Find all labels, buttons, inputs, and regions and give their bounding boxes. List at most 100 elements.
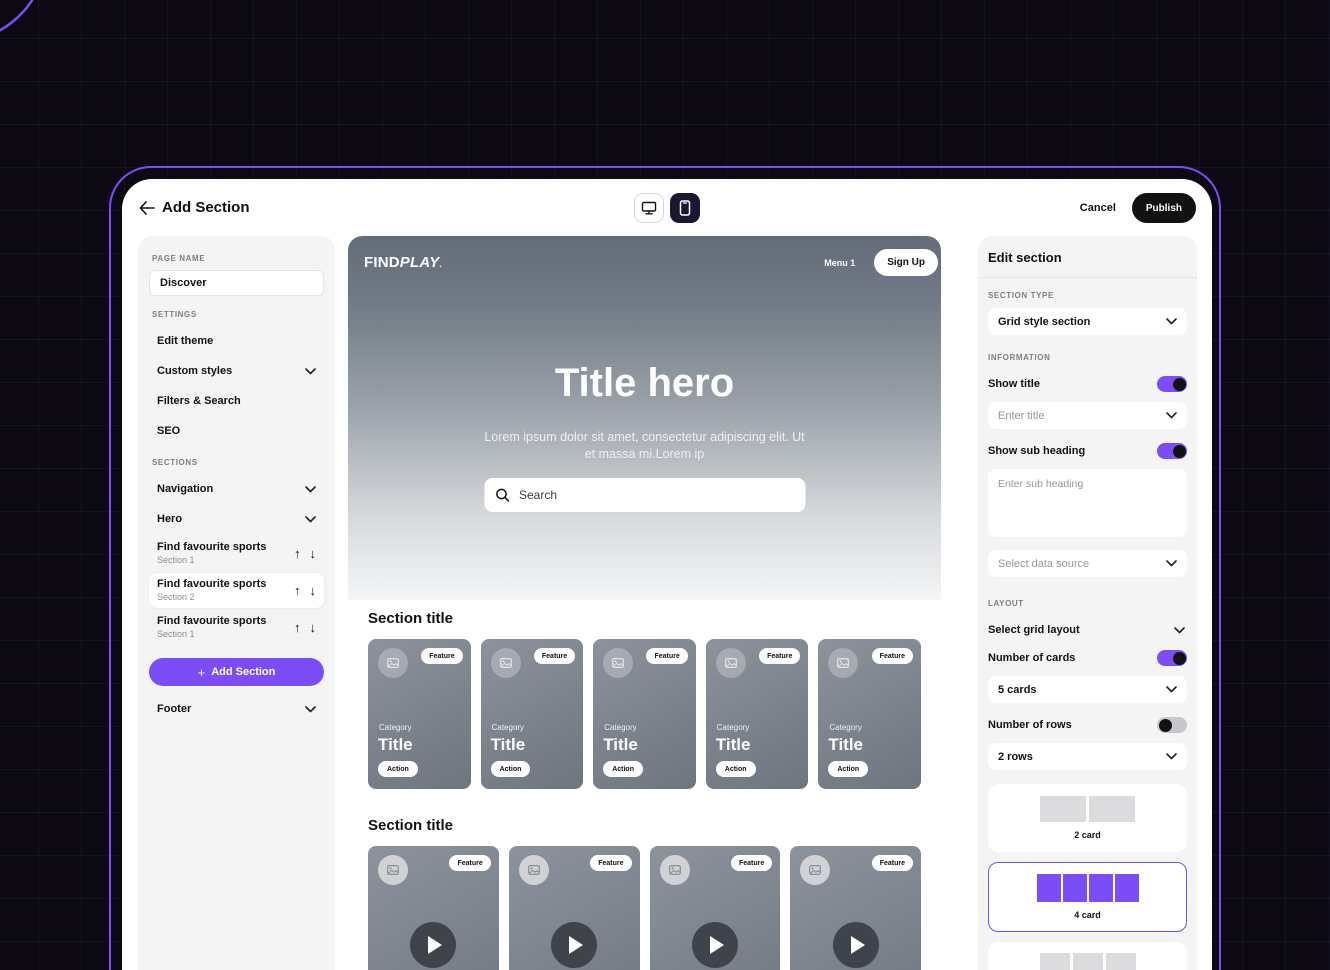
hero-search-bar[interactable] [484, 478, 805, 512]
add-section-button[interactable]: + Add Section [149, 658, 324, 686]
grid-card[interactable]: Feature Category Title Action [368, 639, 471, 789]
card-category: Category [717, 723, 749, 732]
settings-label: SETTINGS [152, 310, 324, 319]
video-card[interactable]: Feature [368, 846, 499, 970]
feature-badge: Feature [872, 648, 913, 664]
image-placeholder-icon [800, 855, 830, 885]
grid-card[interactable]: Feature Category Title Action [818, 639, 921, 789]
grid-section-2: Section title Feature Feature Featu [348, 817, 941, 970]
information-label: INFORMATION [988, 353, 1187, 362]
chevron-down-icon [1166, 412, 1177, 419]
enter-title-dropdown[interactable]: Enter title [988, 402, 1187, 429]
grid-card[interactable]: Feature Category Title Action [706, 639, 809, 789]
image-placeholder-icon [491, 648, 521, 678]
menu-1-link[interactable]: Menu 1 [824, 258, 855, 268]
move-up-icon[interactable]: ↑ [294, 583, 301, 598]
card-action-button[interactable]: Action [491, 761, 531, 777]
mobile-phone-icon [679, 200, 691, 216]
layout-option-4-card-selected[interactable]: 4 card [988, 862, 1187, 932]
card-title: Title [491, 735, 526, 755]
page-title: Add Section [162, 199, 250, 216]
edit-section-title: Edit section [988, 236, 1187, 277]
section-type-label: SECTION TYPE [988, 291, 1187, 300]
number-of-rows-toggle[interactable] [1157, 717, 1187, 733]
card-title: Title [716, 735, 751, 755]
card-action-button[interactable]: Action [716, 761, 756, 777]
card-action-button[interactable]: Action [828, 761, 868, 777]
play-button [410, 922, 456, 968]
card-action-button[interactable]: Action [603, 761, 643, 777]
show-subheading-toggle[interactable] [1157, 443, 1187, 459]
card-category: Category [379, 723, 411, 732]
move-down-icon[interactable]: ↓ [310, 546, 317, 561]
hero-section: FINDPLAY. Menu 1 Sign Up Title hero Lore… [348, 236, 941, 600]
number-of-rows-label: Number of rows [988, 719, 1072, 731]
move-up-icon[interactable]: ↑ [294, 620, 301, 635]
edit-section-panel: Edit section SECTION TYPE Grid style sec… [978, 236, 1197, 970]
feature-badge: Feature [534, 648, 575, 664]
cancel-button[interactable]: Cancel [1080, 202, 1116, 214]
grid-card[interactable]: Feature Category Title Action [593, 639, 696, 789]
site-preview: FINDPLAY. Menu 1 Sign Up Title hero Lore… [348, 236, 941, 970]
4-card-thumbnail [1037, 874, 1139, 902]
play-button [833, 922, 879, 968]
card-action-button[interactable]: Action [378, 761, 418, 777]
sidebar-item-seo[interactable]: SEO [149, 416, 324, 446]
chevron-down-icon [1174, 627, 1185, 634]
page-background: Add Section Cancel Publish PAGE NAME SET… [0, 0, 1330, 970]
feature-badge: Feature [646, 648, 687, 664]
card-title: Title [378, 735, 413, 755]
show-title-toggle[interactable] [1157, 376, 1187, 392]
select-grid-layout-row[interactable]: Select grid layout [988, 624, 1185, 636]
video-card[interactable]: Feature [650, 846, 781, 970]
image-placeholder-icon [603, 648, 633, 678]
section-item-1[interactable]: Find favourite sports Section 1 ↑ ↓ [149, 536, 324, 571]
page-name-input[interactable] [149, 270, 324, 296]
hero-title: Title hero [348, 361, 941, 406]
publish-button[interactable]: Publish [1132, 193, 1196, 223]
section-2-title: Section title [368, 817, 921, 834]
sidebar-item-edit-theme[interactable]: Edit theme [149, 326, 324, 356]
sidebar-item-hero[interactable]: Hero [149, 504, 324, 534]
image-placeholder-icon [828, 648, 858, 678]
feature-badge: Feature [731, 855, 772, 871]
back-arrow-icon[interactable] [137, 198, 157, 218]
move-up-icon[interactable]: ↑ [294, 546, 301, 561]
top-actions: Cancel Publish [1080, 193, 1196, 223]
page-name-label: PAGE NAME [152, 254, 324, 263]
video-card[interactable]: Feature [790, 846, 921, 970]
subheading-textarea[interactable] [988, 469, 1187, 537]
number-of-cards-toggle[interactable] [1157, 650, 1187, 666]
sidebar-item-custom-styles[interactable]: Custom styles [149, 356, 324, 386]
sign-up-button[interactable]: Sign Up [874, 249, 938, 276]
section-item-2-selected[interactable]: Find favourite sports Section 2 ↑ ↓ [149, 573, 324, 608]
image-placeholder-icon [519, 855, 549, 885]
cards-count-dropdown[interactable]: 5 cards [988, 676, 1187, 703]
chevron-down-icon [305, 486, 316, 493]
desktop-preview-button[interactable] [634, 193, 664, 223]
feature-badge: Feature [759, 648, 800, 664]
move-down-icon[interactable]: ↓ [310, 583, 317, 598]
grid-card[interactable]: Feature Category Title Action [481, 639, 584, 789]
layout-option-3-card[interactable]: 3 card [988, 942, 1187, 970]
section-item-3[interactable]: Find favourite sports Section 1 ↑ ↓ [149, 610, 324, 645]
top-bar: Add Section Cancel Publish [122, 179, 1212, 236]
rows-count-dropdown[interactable]: 2 rows [988, 743, 1187, 770]
video-card[interactable]: Feature [509, 846, 640, 970]
2-card-thumbnail [1040, 796, 1135, 822]
feature-badge: Feature [449, 855, 490, 871]
layout-option-2-card[interactable]: 2 card [988, 784, 1187, 852]
search-input[interactable] [517, 487, 794, 503]
sidebar-item-filters-search[interactable]: Filters & Search [149, 386, 324, 416]
move-down-icon[interactable]: ↓ [310, 620, 317, 635]
sidebar-item-footer[interactable]: Footer [149, 694, 324, 724]
data-source-dropdown[interactable]: Select data source [988, 550, 1187, 577]
search-icon [495, 488, 509, 502]
mobile-preview-button[interactable] [670, 193, 700, 223]
section-1-title: Section title [368, 610, 921, 627]
play-icon [428, 936, 442, 954]
sidebar-item-navigation[interactable]: Navigation [149, 474, 324, 504]
chevron-down-icon [1166, 318, 1177, 325]
section-type-dropdown[interactable]: Grid style section [988, 308, 1187, 335]
add-section-window: Add Section Cancel Publish PAGE NAME SET… [122, 179, 1212, 970]
